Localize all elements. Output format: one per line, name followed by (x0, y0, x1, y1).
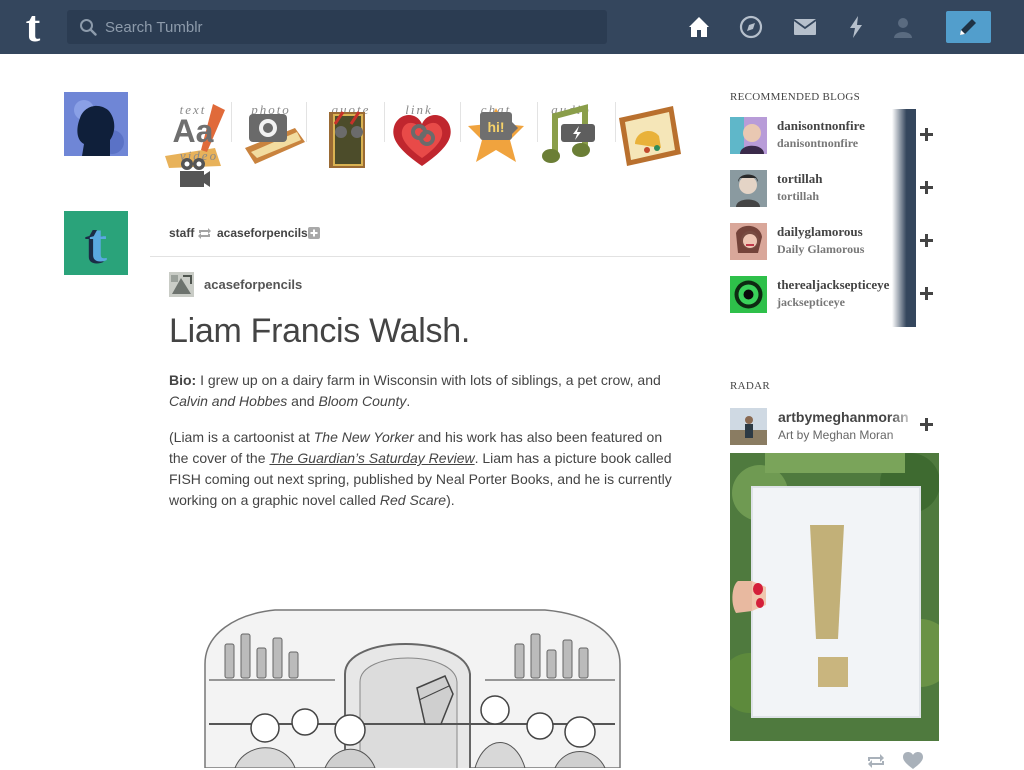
text-post-glyph: Aa (173, 113, 214, 149)
bio-label: Bio: (169, 372, 197, 388)
recommended-blogs-heading: RECOMMENDED BLOGS (730, 91, 861, 103)
explore-icon[interactable] (738, 14, 764, 40)
post-paragraph-bio: Bio: I grew up on a dairy farm in Wiscon… (169, 370, 674, 412)
reblogger-link[interactable]: staff (169, 226, 194, 240)
blog-avatar (730, 170, 767, 207)
post-type-bar: text Aa photo quote link hi! audio video (163, 102, 693, 198)
blog-title: tortillah (777, 189, 819, 203)
reblog-icon[interactable] (866, 754, 886, 768)
follow-plus-icon[interactable] (308, 227, 320, 239)
account-icon[interactable] (890, 14, 916, 40)
author-avatar[interactable] (169, 272, 194, 297)
follow-plus-icon[interactable] (920, 287, 934, 301)
post-type-audio[interactable]: audio (541, 102, 617, 174)
blog-name: danisontnonfire (777, 118, 865, 133)
top-navigation-bar: t (0, 0, 1024, 54)
guardian-link[interactable]: The Guardian’s Saturday Review (269, 450, 474, 466)
tumblr-staff-avatar[interactable]: t t (64, 211, 128, 275)
blog-title: jacksepticeye (777, 295, 845, 309)
tumblr-logo[interactable]: t (15, 5, 51, 49)
blog-name: therealjacksepticeye (777, 277, 890, 292)
text-span: I grew up on a dairy farm in Wisconsin w… (196, 372, 661, 388)
blog-avatar (730, 223, 767, 260)
post-title: Liam Francis Walsh. (169, 312, 470, 350)
post-type-photo[interactable]: photo (241, 102, 317, 174)
text-span: ). (446, 492, 455, 508)
pencil-icon (960, 19, 976, 35)
activity-icon[interactable] (843, 14, 869, 40)
italic-title: Bloom County (318, 393, 407, 409)
blog-title: Daily Glamorous (777, 242, 865, 256)
blog-avatar (730, 276, 767, 313)
blog-name: tortillah (777, 171, 823, 186)
like-heart-icon[interactable] (903, 752, 923, 770)
text-span: (Liam is a cartoonist at (169, 429, 314, 445)
post-type-chat[interactable]: chat hi! (466, 102, 542, 174)
chat-post-glyph: hi! (487, 119, 504, 135)
follow-plus-icon[interactable] (920, 234, 934, 248)
post-type-video[interactable]: video (180, 102, 693, 187)
post-type-link[interactable]: link (389, 102, 465, 174)
scroll-fade (892, 109, 916, 327)
blog-title: Art by Meghan Moran (778, 428, 894, 442)
radar-heading: RADAR (730, 380, 771, 392)
cartoon-illustration (204, 609, 621, 768)
blog-avatar (730, 408, 767, 445)
blog-avatar (730, 117, 767, 154)
chat-post-icon: hi! (468, 108, 524, 162)
follow-plus-icon[interactable] (920, 128, 934, 142)
italic-title: Red Scare (379, 492, 447, 508)
italic-title: The New Yorker (313, 429, 414, 445)
text-span: and (287, 393, 319, 409)
post-type-quote[interactable]: quote (321, 102, 397, 174)
link-post-icon (393, 115, 451, 166)
photo-post-icon (245, 114, 305, 164)
search-icon (80, 19, 97, 36)
text-span: . (406, 393, 411, 409)
video-camera-icon (180, 158, 210, 187)
search-box[interactable] (67, 10, 607, 44)
author-name[interactable]: acaseforpencils (204, 277, 302, 292)
follow-plus-icon[interactable] (920, 418, 934, 432)
user-avatar[interactable] (64, 92, 128, 156)
compose-button[interactable] (946, 11, 991, 43)
post-actions (866, 752, 926, 770)
follow-plus-icon[interactable] (920, 181, 934, 195)
reblog-icon (198, 228, 211, 239)
video-post-icon (619, 106, 681, 166)
post-paragraph-info: (Liam is a cartoonist at The New Yorker … (169, 427, 674, 511)
quote-post-icon (329, 111, 365, 168)
blog-name: dailyglamorous (777, 224, 863, 239)
reblog-source-link[interactable]: acaseforpencils (217, 226, 308, 240)
audio-post-icon (542, 104, 595, 163)
scroll-fade (890, 408, 916, 446)
radar-post-image[interactable] (730, 453, 939, 741)
search-input[interactable] (105, 10, 595, 44)
blog-title: danisontnonfire (777, 136, 859, 150)
svg-text:t: t (89, 213, 107, 273)
home-icon[interactable] (686, 14, 712, 40)
italic-title: Calvin and Hobbes (169, 393, 288, 409)
inbox-icon[interactable] (792, 14, 818, 40)
divider (150, 256, 690, 257)
